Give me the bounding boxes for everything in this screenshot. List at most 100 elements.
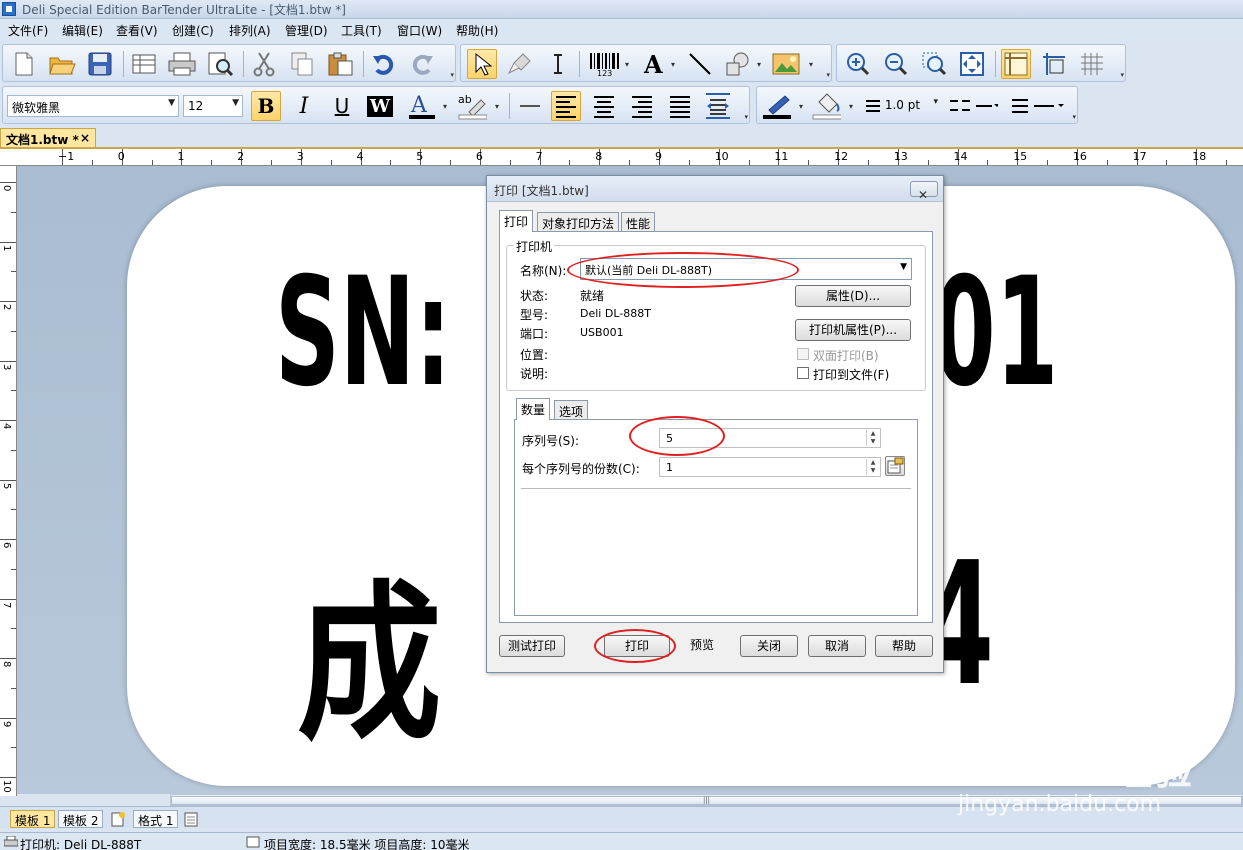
toolbar-options-icon[interactable]: ▾ [826, 71, 830, 79]
tab-template-2[interactable]: 模板 2 [58, 810, 104, 828]
dash-style-button[interactable] [945, 91, 1001, 121]
shape-dropdown-icon[interactable]: ▾ [757, 60, 761, 69]
cancel-button[interactable]: 取消 [808, 635, 866, 657]
menu-help[interactable]: 帮助(H) [456, 22, 498, 39]
fit-to-window-button[interactable] [957, 49, 987, 79]
menu-manage[interactable]: 管理(D) [285, 22, 328, 39]
font-color-dropdown-icon[interactable]: ▾ [443, 102, 447, 111]
reverse-text-button[interactable]: W [365, 91, 395, 121]
format-painter-button[interactable] [505, 49, 535, 79]
menu-file[interactable]: 文件(F) [8, 22, 48, 39]
tab-template-1[interactable]: 模板 1 [10, 810, 56, 828]
close-button[interactable]: 关闭 [740, 635, 798, 657]
zoom-in-button[interactable] [843, 49, 873, 79]
spinner-arrows-icon[interactable]: ▲ ▼ [866, 459, 879, 475]
new-file-button[interactable] [9, 49, 39, 79]
fill-color-dropdown-icon[interactable]: ▾ [849, 102, 853, 111]
line-color-button[interactable] [761, 91, 791, 121]
cut-button[interactable] [249, 49, 279, 79]
menu-edit[interactable]: 编辑(E) [62, 22, 103, 39]
text-line-button[interactable] [515, 91, 545, 121]
toolbar-options-icon[interactable]: ▾ [1120, 71, 1124, 79]
page-setup-button[interactable] [129, 49, 159, 79]
tab-print[interactable]: 打印 [499, 210, 534, 232]
text-tool-button[interactable]: A [639, 49, 669, 79]
line-tool-button[interactable] [685, 49, 715, 79]
line-color-dropdown-icon[interactable]: ▾ [799, 102, 803, 111]
label-text-cn[interactable]: 成 [297, 526, 442, 772]
menu-create[interactable]: 创建(C) [172, 22, 214, 39]
tab-performance[interactable]: 性能 [621, 212, 656, 232]
test-print-button[interactable]: 测试打印 [499, 635, 565, 657]
shape-tool-button[interactable] [723, 49, 753, 79]
close-tab-icon[interactable]: × [80, 131, 90, 145]
fill-color-button[interactable] [811, 91, 841, 121]
document-tab[interactable]: 文档1.btw * × [0, 128, 96, 148]
tab-quantity[interactable]: 数量 [516, 398, 551, 420]
snap-toggle-button[interactable] [1039, 49, 1069, 79]
ruler-toggle-button[interactable] [1001, 49, 1031, 79]
toolbar-options-icon[interactable]: ▾ [1072, 113, 1076, 121]
justify-button[interactable] [665, 91, 695, 121]
toolbar-options-icon[interactable]: ▾ [450, 71, 454, 79]
printer-name-select[interactable]: 默认(当前 Deli DL-888T) ▼ [580, 258, 912, 280]
zoom-out-button[interactable] [881, 49, 911, 79]
toolbar-options-icon[interactable]: ▾ [744, 113, 748, 121]
label-text-sn[interactable]: SN: [275, 246, 451, 420]
bold-button[interactable]: B [251, 91, 281, 121]
underline-button[interactable]: U [327, 91, 357, 121]
undo-button[interactable] [369, 49, 399, 79]
print-to-file-checkbox[interactable] [797, 367, 809, 379]
grid-toggle-button[interactable] [1077, 49, 1107, 79]
open-file-button[interactable] [47, 49, 77, 79]
preview-button[interactable]: 预览 [672, 635, 732, 657]
dialog-close-button[interactable]: ✕ [910, 181, 938, 202]
paste-button[interactable] [325, 49, 355, 79]
copy-button[interactable] [287, 49, 317, 79]
copies-per-serial-spinner[interactable]: 1 ▲ ▼ [659, 457, 881, 477]
help-button[interactable]: 帮助 [875, 635, 933, 657]
select-tool-button[interactable] [467, 49, 497, 79]
zoom-area-button[interactable] [919, 49, 949, 79]
save-button[interactable] [85, 49, 115, 79]
align-right-button[interactable] [627, 91, 657, 121]
highlight-color-button[interactable]: ab [457, 91, 487, 121]
text-cursor-tool-button[interactable] [543, 49, 573, 79]
barcode-dropdown-icon[interactable]: ▾ [625, 60, 629, 69]
horizontal-ruler[interactable]: −1 0 1 2 3 4 5 6 7 8 9 10 11 12 13 14 15 16 17 18 [0, 149, 1243, 166]
menu-window[interactable]: 窗口(W) [397, 22, 442, 39]
tab-object-print-method[interactable]: 对象打印方法 [537, 212, 620, 232]
spinner-arrows-icon[interactable]: ▲ ▼ [866, 430, 879, 446]
serial-count-spinner[interactable]: 5 ▲ ▼ [659, 428, 881, 448]
picture-dropdown-icon[interactable]: ▾ [809, 60, 813, 69]
new-template-icon[interactable] [110, 811, 126, 830]
vertical-ruler[interactable]: 0 1 2 3 4 5 6 7 8 9 10 [0, 166, 17, 796]
print-preview-button[interactable] [205, 49, 235, 79]
line-style-button[interactable] [1007, 91, 1069, 121]
align-left-button[interactable] [551, 91, 581, 121]
barcode-tool-button[interactable]: 123 [585, 49, 625, 79]
text-dropdown-icon[interactable]: ▾ [671, 60, 675, 69]
align-center-button[interactable] [589, 91, 619, 121]
menu-arrange[interactable]: 排列(A) [229, 22, 271, 39]
print-button-dialog[interactable]: 打印 [604, 635, 670, 657]
redo-button[interactable] [407, 49, 437, 79]
label-text-serial-tail[interactable]: 01 [933, 246, 1058, 420]
printer-properties-button[interactable]: 打印机属性(P)... [795, 319, 911, 341]
font-color-button[interactable]: A [407, 91, 437, 121]
font-name-combo[interactable]: 微软雅黑 ▼ [7, 95, 179, 117]
properties-button[interactable]: 属性(D)... [795, 285, 911, 307]
font-size-combo[interactable]: 12 ▼ [183, 95, 243, 117]
menu-view[interactable]: 查看(V) [116, 22, 158, 39]
print-button[interactable] [167, 49, 197, 79]
duplex-checkbox[interactable] [797, 348, 809, 360]
menu-tools[interactable]: 工具(T) [341, 22, 382, 39]
copies-options-button[interactable] [885, 456, 905, 476]
tab-options[interactable]: 选项 [554, 400, 589, 420]
picture-tool-button[interactable] [771, 49, 801, 79]
new-format-icon[interactable] [183, 811, 199, 830]
fit-text-button[interactable] [703, 91, 733, 121]
tab-format-1[interactable]: 格式 1 [133, 810, 179, 828]
line-width-combo[interactable]: 1.0 pt ▾ [861, 95, 941, 117]
italic-button[interactable]: I [289, 91, 319, 121]
